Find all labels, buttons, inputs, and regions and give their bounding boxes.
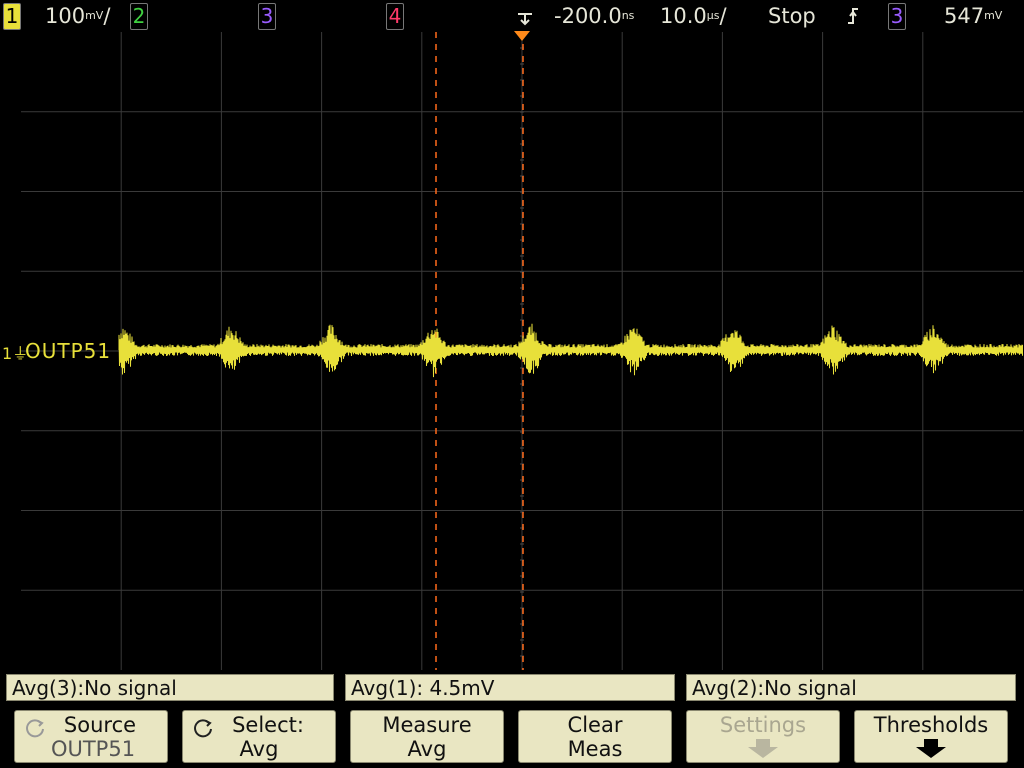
bottom-panel: Avg(3):No signal Avg(1): 4.5mV Avg(2):No…: [0, 670, 1024, 768]
select-softkey-value: Avg: [239, 737, 279, 761]
channel-1-scale: 100mV/: [45, 4, 111, 28]
down-arrow-icon: [748, 739, 778, 758]
trace-waveform: [118, 323, 1023, 378]
timebase-unit: µs: [706, 9, 720, 22]
ground-channel-number: 1: [2, 344, 13, 363]
timebase-value: 10.0: [660, 4, 707, 28]
trigger-source-badge[interactable]: 3: [888, 3, 906, 30]
channel-1-scale-unit: mV: [85, 9, 104, 22]
channel-2-badge[interactable]: 2: [130, 3, 148, 30]
measure-softkey-line2: Avg: [407, 737, 447, 761]
channel-3-badge[interactable]: 3: [258, 3, 276, 30]
thresholds-softkey-label: Thresholds: [873, 713, 989, 737]
timebase-readout: 10.0µs/: [660, 4, 727, 28]
channel-4-badge[interactable]: 4: [386, 3, 404, 30]
trigger-level-unit: mV: [984, 9, 1003, 22]
trigger-level-value: 547: [944, 4, 985, 28]
channel-1-badge[interactable]: 1: [3, 3, 21, 30]
measurement-readout-2: Avg(1): 4.5mV: [345, 674, 675, 701]
source-softkey-value: OUTP51: [50, 737, 136, 761]
measurement-readout-3: Avg(2):No signal: [686, 674, 1016, 701]
measurement-readout-1: Avg(3):No signal: [6, 674, 334, 701]
select-softkey[interactable]: Select: Avg: [182, 710, 336, 763]
trigger-point-marker[interactable]: [513, 30, 531, 42]
channel-1-scale-value: 100: [45, 4, 86, 28]
settings-softkey[interactable]: Settings: [686, 710, 840, 763]
clear-softkey-line2: Meas: [567, 737, 623, 761]
status-bar: 1 100mV/ 2 3 4 -200.0ns 10.0µs/ Stop 3 5…: [0, 0, 1024, 32]
measure-avg-softkey[interactable]: Measure Avg: [350, 710, 504, 763]
rotary-knob-icon: [194, 719, 212, 738]
delay-readout: -200.0ns: [554, 3, 634, 29]
down-arrow-icon: [916, 739, 946, 758]
measure-softkey-line1: Measure: [382, 713, 472, 737]
settings-softkey-label: Settings: [719, 713, 807, 737]
waveform-display[interactable]: [21, 32, 1023, 670]
clear-softkey-line1: Clear: [567, 713, 623, 737]
rotary-knob-icon: [26, 719, 44, 738]
clear-meas-softkey[interactable]: Clear Meas: [518, 710, 672, 763]
trigger-delay-icon: [518, 13, 532, 26]
delay-value: -200.0: [554, 4, 622, 28]
thresholds-softkey[interactable]: Thresholds: [854, 710, 1008, 763]
channel-label: OUTP51: [25, 339, 112, 363]
delay-unit: ns: [621, 9, 635, 22]
source-softkey[interactable]: Source OUTP51: [14, 710, 168, 763]
channel-1-trace: [118, 323, 1023, 378]
run-state: Stop: [768, 4, 816, 28]
trigger-level-readout: 547mV: [944, 3, 1002, 29]
rising-edge-icon: [845, 5, 861, 33]
